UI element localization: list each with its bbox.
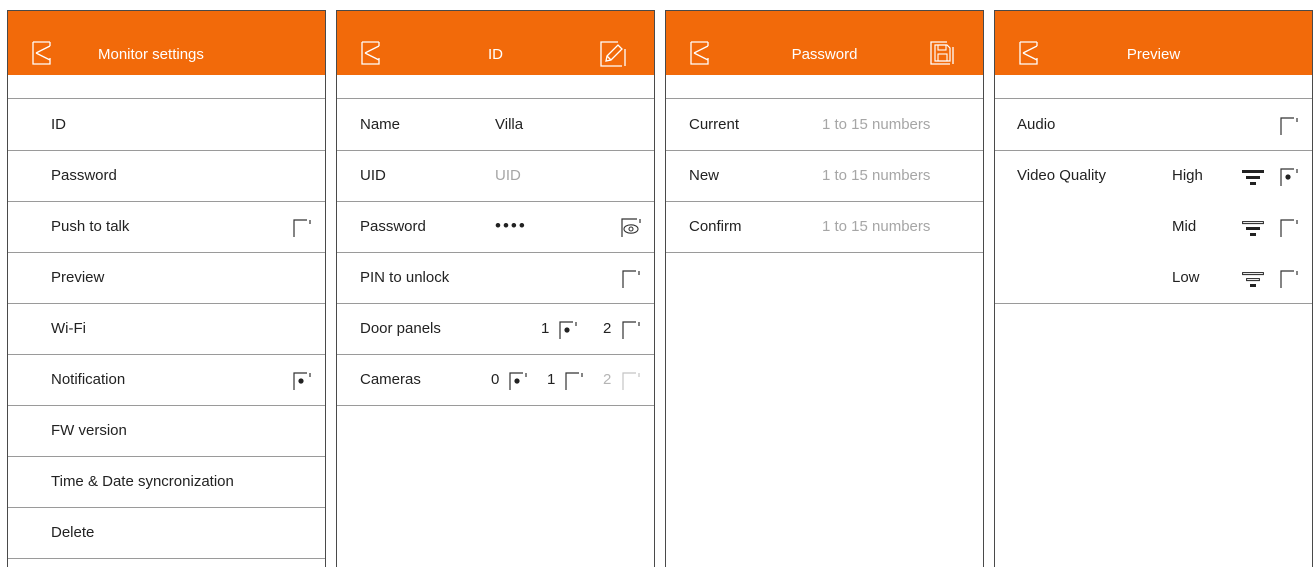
monitor-settings-panel: Monitor settings ID Password Push to tal… xyxy=(7,10,326,567)
header-spacer xyxy=(337,75,654,99)
menu-item-notification: Notification xyxy=(8,355,325,406)
confirm-password-field[interactable]: 1 to 15 numbers xyxy=(822,202,930,252)
name-row: Name Villa xyxy=(337,100,654,151)
push-to-talk-checkbox[interactable] xyxy=(293,219,311,237)
audio-row: Audio xyxy=(995,100,1312,151)
header-spacer xyxy=(8,75,325,99)
door-panels-row: Door panels 1 2 xyxy=(337,304,654,355)
menu-item-label: FW version xyxy=(51,422,127,439)
menu-item-label: Wi-Fi xyxy=(51,320,86,337)
current-password-row: Current 1 to 15 numbers xyxy=(666,100,983,151)
confirm-password-row: Confirm 1 to 15 numbers xyxy=(666,202,983,253)
menu-item-id[interactable]: ID xyxy=(8,100,325,151)
cameras-label: Cameras xyxy=(360,371,421,388)
pin-to-unlock-checkbox[interactable] xyxy=(622,270,640,288)
quality-low-icon xyxy=(1242,272,1264,288)
edit-pencil-icon[interactable] xyxy=(600,41,626,67)
new-password-field[interactable]: 1 to 15 numbers xyxy=(822,151,930,201)
menu-item-label: Preview xyxy=(51,269,105,286)
show-password-eye-icon[interactable] xyxy=(621,218,641,238)
id-panel: ID Name Villa UID UID Password •••• PIN … xyxy=(336,10,655,567)
name-field[interactable]: Villa xyxy=(495,100,523,150)
camera-0-checkbox[interactable] xyxy=(509,372,527,390)
door-panel-1-checkbox[interactable] xyxy=(559,321,577,339)
password-panel: Password Current 1 to 15 numbers New 1 t… xyxy=(665,10,984,567)
door-panel-1-label: 1 xyxy=(541,320,550,337)
save-floppy-icon[interactable] xyxy=(930,41,954,65)
menu-item-label: Time & Date syncronization xyxy=(51,473,234,490)
quality-high-label: High xyxy=(1172,167,1203,184)
current-password-field[interactable]: 1 to 15 numbers xyxy=(822,100,930,150)
door-panel-2-label: 2 xyxy=(603,320,612,337)
menu-item-preview[interactable]: Preview xyxy=(8,253,325,304)
camera-1-checkbox[interactable] xyxy=(565,372,583,390)
camera-2-checkbox xyxy=(622,372,640,390)
pin-to-unlock-label: PIN to unlock xyxy=(360,269,450,286)
door-panel-2-checkbox[interactable] xyxy=(622,321,640,339)
menu-item-label: Push to talk xyxy=(51,218,130,235)
new-password-row: New 1 to 15 numbers xyxy=(666,151,983,202)
quality-mid-icon xyxy=(1242,221,1264,237)
password-row: Password •••• xyxy=(337,202,654,253)
audio-checkbox[interactable] xyxy=(1280,117,1298,135)
video-quality-mid-row: Mid xyxy=(995,202,1312,253)
header-spacer xyxy=(666,75,983,99)
header-bar: Password xyxy=(666,11,983,75)
menu-item-password[interactable]: Password xyxy=(8,151,325,202)
notification-checkbox[interactable] xyxy=(293,372,311,390)
password-field[interactable]: •••• xyxy=(495,202,527,252)
camera-2-label: 2 xyxy=(603,371,612,388)
header-bar: Preview xyxy=(995,11,1312,75)
uid-field[interactable]: UID xyxy=(495,151,521,201)
camera-1-label: 1 xyxy=(547,371,556,388)
pin-to-unlock-row: PIN to unlock xyxy=(337,253,654,304)
page-title: Monitor settings xyxy=(98,46,204,63)
door-panels-label: Door panels xyxy=(360,320,441,337)
password-label: Password xyxy=(360,218,426,235)
quality-low-label: Low xyxy=(1172,269,1200,286)
uid-row: UID UID xyxy=(337,151,654,202)
video-quality-high-row: Video Quality High xyxy=(995,151,1312,202)
video-quality-label: Video Quality xyxy=(1017,167,1106,184)
video-quality-low-row: Low xyxy=(995,253,1312,304)
current-password-label: Current xyxy=(689,116,740,133)
menu-item-push-to-talk: Push to talk xyxy=(8,202,325,253)
name-label: Name xyxy=(360,116,401,133)
header-bar: ID xyxy=(337,11,654,75)
quality-high-checkbox[interactable] xyxy=(1280,168,1298,186)
menu-item-wifi[interactable]: Wi-Fi xyxy=(8,304,325,355)
uid-label: UID xyxy=(360,167,386,184)
quality-mid-label: Mid xyxy=(1172,218,1197,235)
new-password-label: New xyxy=(689,167,720,184)
menu-item-delete[interactable]: Delete xyxy=(8,508,325,559)
camera-0-label: 0 xyxy=(491,371,500,388)
page-title: Preview xyxy=(1126,46,1181,63)
quality-low-checkbox[interactable] xyxy=(1280,270,1298,288)
quality-high-icon xyxy=(1242,170,1264,186)
header-bar: Monitor settings xyxy=(8,11,325,75)
menu-item-label: Notification xyxy=(51,371,126,388)
confirm-password-label: Confirm xyxy=(689,218,742,235)
menu-item-label: ID xyxy=(51,116,66,133)
back-icon[interactable] xyxy=(32,41,56,65)
menu-item-fw-version[interactable]: FW version xyxy=(8,406,325,457)
menu-item-label: Delete xyxy=(51,524,95,541)
menu-item-label: Password xyxy=(51,167,117,184)
menu-item-time-date-sync[interactable]: Time & Date syncronization xyxy=(8,457,325,508)
header-spacer xyxy=(995,75,1312,99)
audio-label: Audio xyxy=(1017,116,1056,133)
preview-panel: Preview Audio Video Quality High Mid Low xyxy=(994,10,1313,567)
quality-mid-checkbox[interactable] xyxy=(1280,219,1298,237)
cameras-row: Cameras 0 1 2 xyxy=(337,355,654,406)
